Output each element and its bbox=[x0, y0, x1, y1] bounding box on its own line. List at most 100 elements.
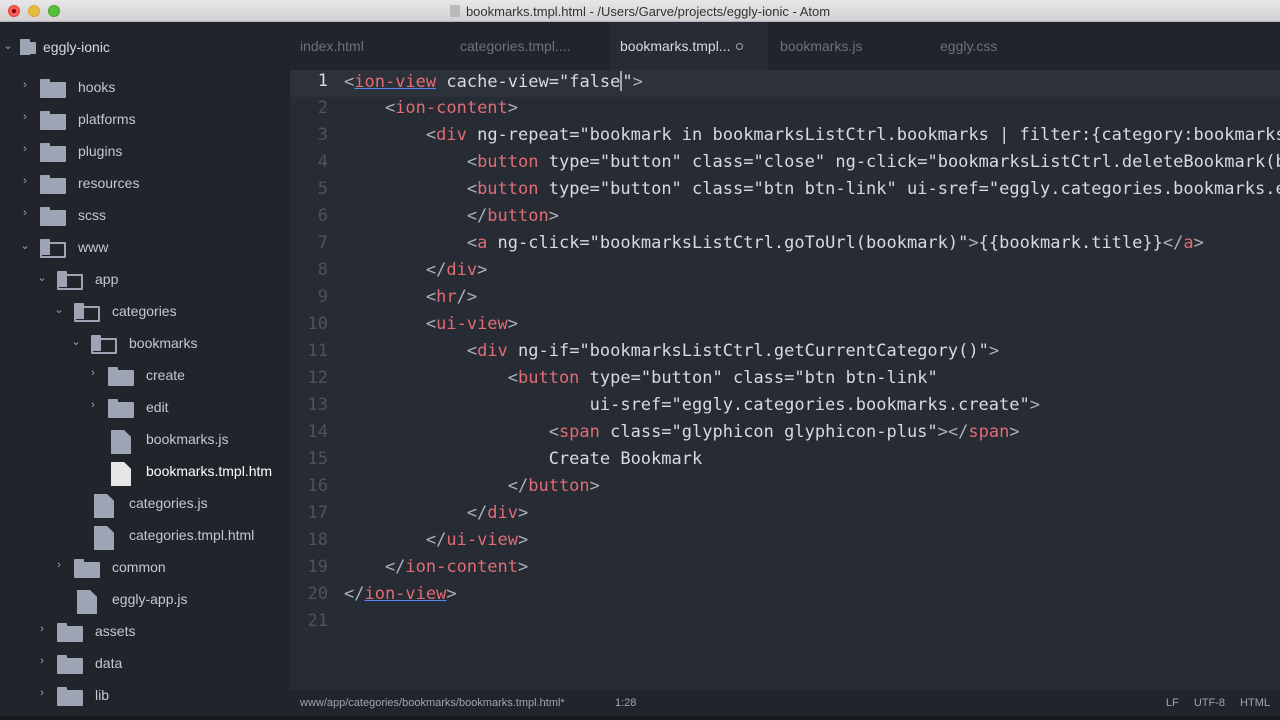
tree-file-bookmarks-js[interactable]: bookmarks.js bbox=[0, 422, 290, 454]
tree-item-create[interactable]: › create bbox=[0, 358, 290, 390]
tag-token: button bbox=[477, 152, 539, 172]
tab-label: bookmarks.tmpl... bbox=[620, 38, 731, 54]
code-token: </ bbox=[1162, 233, 1184, 253]
tree-item-plugins[interactable]: › plugins bbox=[0, 134, 290, 166]
code-line[interactable]: <div ng-repeat="bookmark in bookmarksLis… bbox=[344, 125, 1280, 145]
tree-item-edit[interactable]: › edit bbox=[0, 390, 290, 422]
tree-item-lib[interactable]: › lib bbox=[0, 678, 290, 710]
code-line[interactable]: <span class="glyphicon glyphicon-plus"><… bbox=[344, 422, 1020, 442]
status-encoding[interactable]: UTF-8 bbox=[1194, 697, 1225, 709]
code-token: /> bbox=[456, 287, 478, 307]
code-token: < bbox=[344, 341, 478, 361]
line-number: 8 bbox=[317, 260, 328, 280]
code-line[interactable]: <ui-view> bbox=[344, 314, 518, 334]
tab-index-html[interactable]: index.html bbox=[290, 22, 450, 70]
code-line[interactable]: </ion-view> bbox=[344, 584, 457, 604]
code-line[interactable]: </ion-content> bbox=[344, 557, 528, 577]
code-editor[interactable]: 1 2 3 4 5 6 7 8 9 10 11 12 13 14 15 16 17 18 19 20 21 <ion-v… bbox=[290, 70, 1280, 690]
tree-item-data[interactable]: › data bbox=[0, 646, 290, 678]
code-line[interactable]: Create Bookmark bbox=[344, 449, 703, 469]
modified-indicator-icon[interactable] bbox=[736, 43, 744, 50]
code-line[interactable]: <ion-view cache-view="false "> bbox=[344, 71, 643, 92]
line-number: 10 bbox=[307, 314, 328, 334]
code-token: > bbox=[1029, 395, 1040, 415]
code-line[interactable]: <ion-content> bbox=[344, 98, 518, 118]
code-token: < bbox=[344, 368, 518, 388]
tree-item-hooks[interactable]: › hooks bbox=[0, 70, 290, 102]
tree-item-categories[interactable]: ⌄ categories bbox=[0, 294, 290, 326]
tab-eggly-css[interactable]: eggly.css bbox=[930, 22, 1090, 70]
code-line[interactable]: </ui-view> bbox=[344, 530, 528, 550]
status-line-ending[interactable]: LF bbox=[1166, 697, 1179, 709]
folder-open-icon bbox=[91, 335, 117, 354]
tag-token: ion-content bbox=[405, 557, 519, 577]
code-line[interactable]: </div> bbox=[344, 260, 487, 280]
tree-item-common[interactable]: › common bbox=[0, 550, 290, 582]
line-number: 2 bbox=[317, 98, 328, 118]
code-token: </ bbox=[344, 260, 447, 280]
tree-item-bookmarks[interactable]: ⌄ bookmarks bbox=[0, 326, 290, 358]
code-token: ng-click= bbox=[487, 233, 590, 253]
tab-bookmarks-tmpl[interactable]: bookmarks.tmpl... bbox=[610, 22, 768, 70]
tree-item-label: common bbox=[112, 559, 166, 575]
status-file-path[interactable]: www/app/categories/bookmarks/bookmarks.t… bbox=[300, 697, 565, 709]
tree-project-root[interactable]: ⌄ eggly-ionic bbox=[0, 30, 290, 62]
tab-bookmarks-js[interactable]: bookmarks.js bbox=[770, 22, 930, 70]
code-line[interactable]: <a ng-click="bookmarksListCtrl.goToUrl(b… bbox=[344, 233, 1204, 253]
code-token: class= bbox=[681, 179, 754, 199]
line-number: 6 bbox=[317, 206, 328, 226]
code-line[interactable]: <hr/> bbox=[344, 287, 477, 307]
line-number: 12 bbox=[307, 368, 328, 388]
tag-token: ion-view bbox=[354, 72, 437, 92]
code-line[interactable]: <button type="button" class="btn btn-lin… bbox=[344, 179, 1280, 199]
tree-item-www[interactable]: ⌄ www bbox=[0, 230, 290, 262]
code-line[interactable]: </button> bbox=[344, 476, 600, 496]
folder-icon bbox=[57, 623, 83, 642]
tree-file-eggly-app-js[interactable]: eggly-app.js bbox=[0, 582, 290, 614]
status-right-group: LF UTF-8 HTML bbox=[1154, 697, 1270, 709]
code-token: </ bbox=[344, 584, 365, 604]
folder-icon bbox=[40, 143, 66, 162]
tree-item-scss[interactable]: › scss bbox=[0, 198, 290, 230]
tag-token: hr bbox=[436, 287, 457, 307]
project-name: eggly-ionic bbox=[43, 39, 110, 55]
tab-categories-tmpl[interactable]: categories.tmpl.... bbox=[450, 22, 610, 70]
code-token: < bbox=[344, 152, 478, 172]
tag-token: span bbox=[558, 422, 600, 442]
code-line[interactable]: </div> bbox=[344, 503, 528, 523]
tree-item-platforms[interactable]: › platforms bbox=[0, 102, 290, 134]
file-icon bbox=[94, 526, 114, 550]
folder-icon bbox=[108, 367, 134, 386]
tree-item-assets[interactable]: › assets bbox=[0, 614, 290, 646]
code-line[interactable]: </button> bbox=[344, 206, 559, 226]
code-line[interactable]: <button type="button" class="close" ng-c… bbox=[344, 152, 1280, 172]
tree-file-bookmarks-tmpl[interactable]: bookmarks.tmpl.htm bbox=[0, 454, 290, 486]
string-token: "eggly.categories.bookmarks.create" bbox=[671, 395, 1030, 415]
code-line[interactable]: <button type="button" class="btn btn-lin… bbox=[344, 368, 938, 388]
tree-item-resources[interactable]: › resources bbox=[0, 166, 290, 198]
code-token: < bbox=[344, 233, 478, 253]
chevron-down-icon: ⌄ bbox=[20, 240, 30, 252]
tree-file-categories-tmpl[interactable]: categories.tmpl.html bbox=[0, 518, 290, 550]
window-title-wrap: bookmarks.tmpl.html - /Users/Garve/proje… bbox=[0, 4, 1280, 19]
tag-token: div bbox=[487, 503, 519, 523]
chevron-down-icon: ⌄ bbox=[54, 304, 64, 316]
code-line[interactable]: <div ng-if="bookmarksListCtrl.getCurrent… bbox=[344, 341, 999, 361]
tree-item-app[interactable]: ⌄ app bbox=[0, 262, 290, 294]
tag-token: a bbox=[477, 233, 488, 253]
chevron-right-icon: › bbox=[23, 175, 27, 187]
chevron-right-icon: › bbox=[23, 207, 27, 219]
code-token: < bbox=[344, 314, 437, 334]
line-number: 11 bbox=[307, 341, 328, 361]
folder-open-icon bbox=[40, 239, 66, 258]
code-line[interactable]: ui-sref="eggly.categories.bookmarks.crea… bbox=[344, 395, 1040, 415]
chevron-right-icon: › bbox=[40, 687, 44, 699]
folder-icon bbox=[40, 175, 66, 194]
status-cursor-position[interactable]: 1:28 bbox=[615, 697, 636, 709]
tree-item-label: lib bbox=[95, 687, 110, 703]
tag-token: div bbox=[446, 260, 478, 280]
chevron-right-icon: › bbox=[57, 559, 61, 571]
tree-view: ⌄ eggly-ionic › hooks › platforms › plug… bbox=[0, 22, 290, 720]
status-grammar[interactable]: HTML bbox=[1240, 697, 1270, 709]
tree-file-categories-js[interactable]: categories.js bbox=[0, 486, 290, 518]
